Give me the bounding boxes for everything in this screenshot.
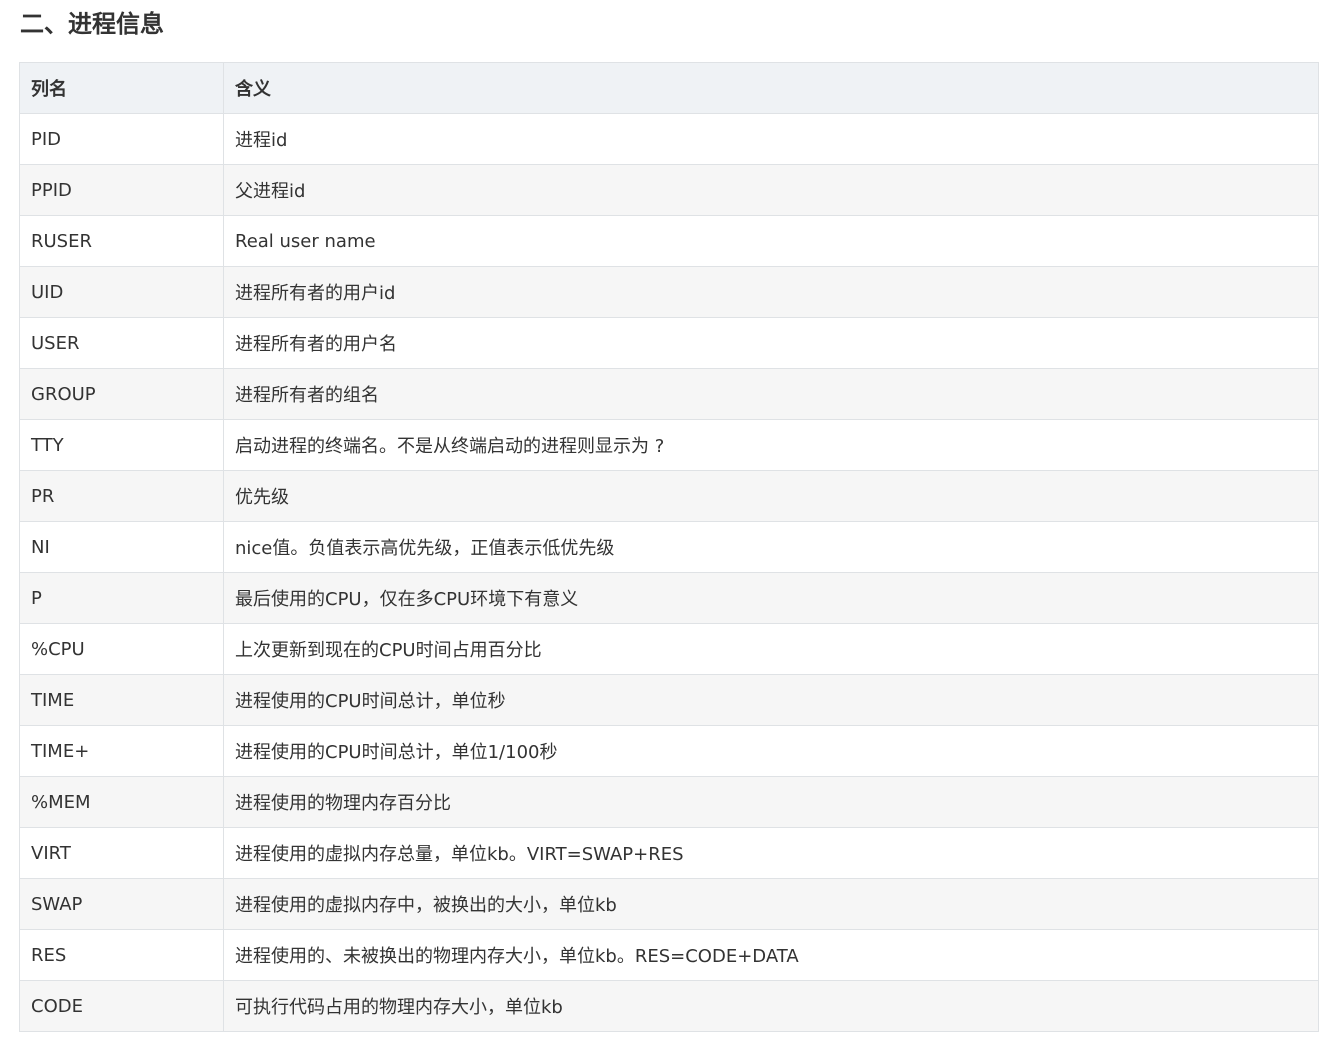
table-row: %MEM 进程使用的物理内存百分比 (19, 776, 1319, 828)
column-meaning-cell: 进程所有者的组名 (223, 368, 1319, 420)
column-name-cell: P (19, 572, 224, 624)
table-row: RUSER Real user name (19, 215, 1319, 267)
column-name-cell: PR (19, 470, 224, 522)
table-row: TIME+ 进程使用的CPU时间总计，单位1/100秒 (19, 725, 1319, 777)
table-row: PR 优先级 (19, 470, 1319, 522)
table-row: P 最后使用的CPU，仅在多CPU环境下有意义 (19, 572, 1319, 624)
column-meaning-cell: 优先级 (223, 470, 1319, 522)
table-header: 列名 含义 (19, 62, 1319, 114)
column-name-cell: USER (19, 317, 224, 369)
table-row: NI nice值。负值表示高优先级，正值表示低优先级 (19, 521, 1319, 573)
column-meaning-cell: 进程使用的CPU时间总计，单位1/100秒 (223, 725, 1319, 777)
column-header-meaning: 含义 (223, 62, 1319, 114)
column-name-cell: SWAP (19, 878, 224, 930)
table-body: PID 进程id PPID 父进程id RUSER Real user name… (19, 113, 1319, 1032)
column-name-cell: RUSER (19, 215, 224, 267)
table-row: TIME 进程使用的CPU时间总计，单位秒 (19, 674, 1319, 726)
column-name-cell: VIRT (19, 827, 224, 879)
column-header-name: 列名 (19, 62, 224, 114)
column-name-cell: RES (19, 929, 224, 981)
table-row: RES 进程使用的、未被换出的物理内存大小，单位kb。RES=CODE+DATA (19, 929, 1319, 981)
column-meaning-cell: 进程使用的、未被换出的物理内存大小，单位kb。RES=CODE+DATA (223, 929, 1319, 981)
section-title: 二、进程信息 (20, 10, 164, 38)
table-row: TTY 启动进程的终端名。不是从终端启动的进程则显示为 ? (19, 419, 1319, 471)
column-meaning-cell: 父进程id (223, 164, 1319, 216)
column-meaning-cell: 最后使用的CPU，仅在多CPU环境下有意义 (223, 572, 1319, 624)
column-name-cell: TIME+ (19, 725, 224, 777)
column-meaning-cell: 进程使用的物理内存百分比 (223, 776, 1319, 828)
column-name-cell: GROUP (19, 368, 224, 420)
column-name-cell: PPID (19, 164, 224, 216)
column-meaning-cell: 进程使用的虚拟内存总量，单位kb。VIRT=SWAP+RES (223, 827, 1319, 879)
column-meaning-cell: 进程使用的CPU时间总计，单位秒 (223, 674, 1319, 726)
column-meaning-cell: 进程所有者的用户id (223, 266, 1319, 318)
table-row: PPID 父进程id (19, 164, 1319, 216)
column-name-cell: %MEM (19, 776, 224, 828)
table-row: %CPU 上次更新到现在的CPU时间占用百分比 (19, 623, 1319, 675)
table-row: GROUP 进程所有者的组名 (19, 368, 1319, 420)
header-row: 列名 含义 (19, 62, 1319, 114)
table-row: UID 进程所有者的用户id (19, 266, 1319, 318)
column-name-cell: UID (19, 266, 224, 318)
table-row: VIRT 进程使用的虚拟内存总量，单位kb。VIRT=SWAP+RES (19, 827, 1319, 879)
table-row: CODE 可执行代码占用的物理内存大小，单位kb (19, 980, 1319, 1032)
column-meaning-cell: 进程id (223, 113, 1319, 165)
column-meaning-cell: 启动进程的终端名。不是从终端启动的进程则显示为 ? (223, 419, 1319, 471)
column-name-cell: CODE (19, 980, 224, 1032)
process-info-table: 列名 含义 PID 进程id PPID 父进程id RUSER Real use… (19, 62, 1319, 1032)
column-meaning-cell: 上次更新到现在的CPU时间占用百分比 (223, 623, 1319, 675)
column-name-cell: %CPU (19, 623, 224, 675)
column-name-cell: TTY (19, 419, 224, 471)
column-meaning-cell: nice值。负值表示高优先级，正值表示低优先级 (223, 521, 1319, 573)
column-name-cell: PID (19, 113, 224, 165)
column-meaning-cell: Real user name (223, 215, 1319, 267)
column-name-cell: TIME (19, 674, 224, 726)
table-row: PID 进程id (19, 113, 1319, 165)
table-row: USER 进程所有者的用户名 (19, 317, 1319, 369)
column-name-cell: NI (19, 521, 224, 573)
table-row: SWAP 进程使用的虚拟内存中，被换出的大小，单位kb (19, 878, 1319, 930)
column-meaning-cell: 进程所有者的用户名 (223, 317, 1319, 369)
column-meaning-cell: 进程使用的虚拟内存中，被换出的大小，单位kb (223, 878, 1319, 930)
column-meaning-cell: 可执行代码占用的物理内存大小，单位kb (223, 980, 1319, 1032)
